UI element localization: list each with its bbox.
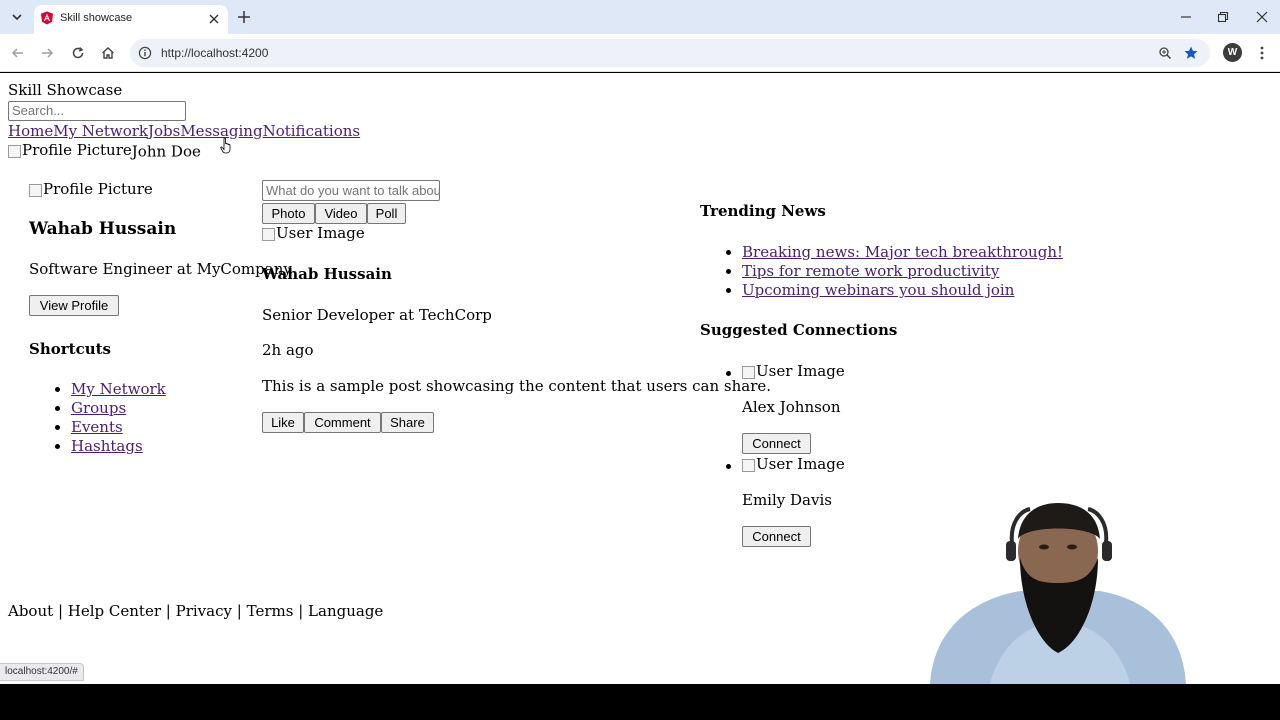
browser-tab[interactable]: Skill showcase (34, 5, 228, 34)
suggestion-name: Emily Davis (742, 491, 832, 509)
footer-separator: | (298, 602, 304, 620)
post-timestamp: 2h ago (262, 341, 314, 359)
shortcuts-list: My Network Groups Events Hashtags (29, 380, 166, 456)
suggestion-user-image: User Image (742, 362, 845, 381)
broken-image-icon (742, 366, 755, 379)
footer-separator: | (236, 602, 242, 620)
shortcut-link-groups[interactable]: Groups (71, 399, 126, 417)
close-icon[interactable] (208, 13, 220, 25)
trending-news-list: Breaking news: Major tech breakthrough! … (700, 243, 1063, 300)
footer-link-language[interactable]: Language (308, 602, 383, 620)
trending-link[interactable]: Breaking news: Major tech breakthrough! (742, 243, 1063, 261)
suggestion-user-image: User Image (742, 455, 845, 474)
list-item: Tips for remote work productivity (742, 262, 1063, 281)
list-item: My Network (71, 380, 166, 399)
trending-link[interactable]: Tips for remote work productivity (742, 262, 999, 280)
tab-strip: Skill showcase (0, 0, 1280, 34)
back-arrow-icon[interactable] (10, 45, 26, 61)
nav-link-my-network[interactable]: My Network (53, 122, 148, 140)
new-tab-plus-icon[interactable] (236, 9, 252, 25)
footer-separator: | (165, 602, 171, 620)
site-brand: Skill Showcase (8, 81, 123, 99)
list-item: Hashtags (71, 437, 166, 456)
more-menu-icon[interactable] (1255, 45, 1269, 61)
list-item: User Image (742, 455, 845, 476)
browser-toolbar: http://localhost:4200 (0, 34, 1280, 72)
angular-logo-icon (41, 11, 53, 25)
list-item: Events (71, 418, 166, 437)
connect-button[interactable]: Connect (742, 433, 811, 454)
list-item: User Image (742, 362, 845, 383)
minimize-icon[interactable] (1179, 10, 1193, 24)
site-info-icon[interactable] (138, 46, 152, 60)
nav-link-jobs[interactable]: Jobs (148, 122, 180, 140)
page-footer: About | Help Center | Privacy | Terms | … (8, 602, 383, 620)
comment-button[interactable]: Comment (304, 412, 381, 433)
footer-link-about[interactable]: About (8, 602, 53, 620)
top-navigation: HomeMy NetworkJobsMessagingNotifications (8, 122, 360, 140)
nav-link-home[interactable]: Home (8, 122, 53, 140)
window-close-icon[interactable] (1255, 10, 1269, 24)
photo-button[interactable]: Photo (262, 203, 315, 224)
list-item: Breaking news: Major tech breakthrough! (742, 243, 1063, 262)
post-author-name: Wahab Hussain (262, 265, 392, 283)
restore-icon[interactable] (1216, 10, 1230, 24)
header-profile-picture: Profile Picture (8, 141, 132, 159)
post-composer-input[interactable]: What do you want to talk about? (262, 180, 440, 201)
post-author-image: User Image (262, 224, 365, 242)
suggestion-name: Alex Johnson (742, 398, 841, 416)
suggested-connections-list: User Image (700, 362, 845, 383)
video-button[interactable]: Video (315, 203, 367, 224)
webcam-overlay (930, 503, 1186, 684)
hand-cursor-icon (220, 137, 231, 154)
trending-link[interactable]: Upcoming webinars you should join (742, 281, 1014, 299)
list-item: Groups (71, 399, 166, 418)
share-button[interactable]: Share (381, 412, 434, 433)
url-text: http://localhost:4200 (161, 46, 269, 60)
suggested-connections-list: User Image (700, 455, 845, 476)
zoom-icon[interactable] (1158, 46, 1172, 60)
connect-button[interactable]: Connect (742, 526, 811, 547)
shortcut-link-hashtags[interactable]: Hashtags (71, 437, 143, 455)
poll-button[interactable]: Poll (367, 203, 406, 224)
tab-title: Skill showcase (60, 12, 133, 24)
status-bar-url: localhost:4200/# (0, 663, 84, 681)
page-viewport: Skill Showcase Search... HomeMy NetworkJ… (0, 73, 1280, 684)
header-profile[interactable]: Profile Picture John Doe (8, 141, 201, 161)
view-profile-button[interactable]: View Profile (29, 295, 119, 316)
forward-arrow-icon[interactable] (39, 45, 55, 61)
trending-news-heading: Trending News (700, 202, 826, 220)
broken-image-icon (8, 144, 21, 158)
search-input[interactable]: Search... (8, 101, 186, 121)
suggested-connections-heading: Suggested Connections (700, 321, 898, 339)
broken-image-icon (29, 183, 42, 197)
left-profile-title: Software Engineer at MyCompany (29, 260, 292, 278)
reload-icon[interactable] (70, 45, 86, 61)
like-button[interactable]: Like (262, 412, 304, 433)
shortcuts-heading: Shortcuts (29, 340, 111, 358)
left-profile-picture: Profile Picture (29, 180, 153, 198)
footer-link-terms[interactable]: Terms (247, 602, 294, 620)
list-item: Upcoming webinars you should join (742, 281, 1063, 300)
broken-image-icon (262, 227, 275, 241)
tab-search-button[interactable] (6, 7, 28, 27)
shortcut-link-my-network[interactable]: My Network (71, 380, 166, 398)
header-user-name: John Doe (131, 142, 201, 161)
broken-image-icon (742, 459, 755, 472)
footer-link-privacy[interactable]: Privacy (176, 602, 232, 620)
bookmark-star-icon[interactable] (1183, 45, 1199, 61)
browser-profile-avatar[interactable]: W (1223, 43, 1242, 62)
footer-separator: | (57, 602, 63, 620)
left-profile-name: Wahab Hussain (29, 219, 177, 239)
footer-link-help-center[interactable]: Help Center (68, 602, 161, 620)
post-content: This is a sample post showcasing the con… (262, 377, 772, 395)
chevron-down-icon (12, 13, 22, 20)
address-bar[interactable]: http://localhost:4200 (130, 39, 1210, 67)
nav-link-notifications[interactable]: Notifications (263, 122, 361, 140)
post-author-title: Senior Developer at TechCorp (262, 306, 492, 324)
home-icon[interactable] (100, 45, 116, 61)
shortcut-link-events[interactable]: Events (71, 418, 123, 436)
